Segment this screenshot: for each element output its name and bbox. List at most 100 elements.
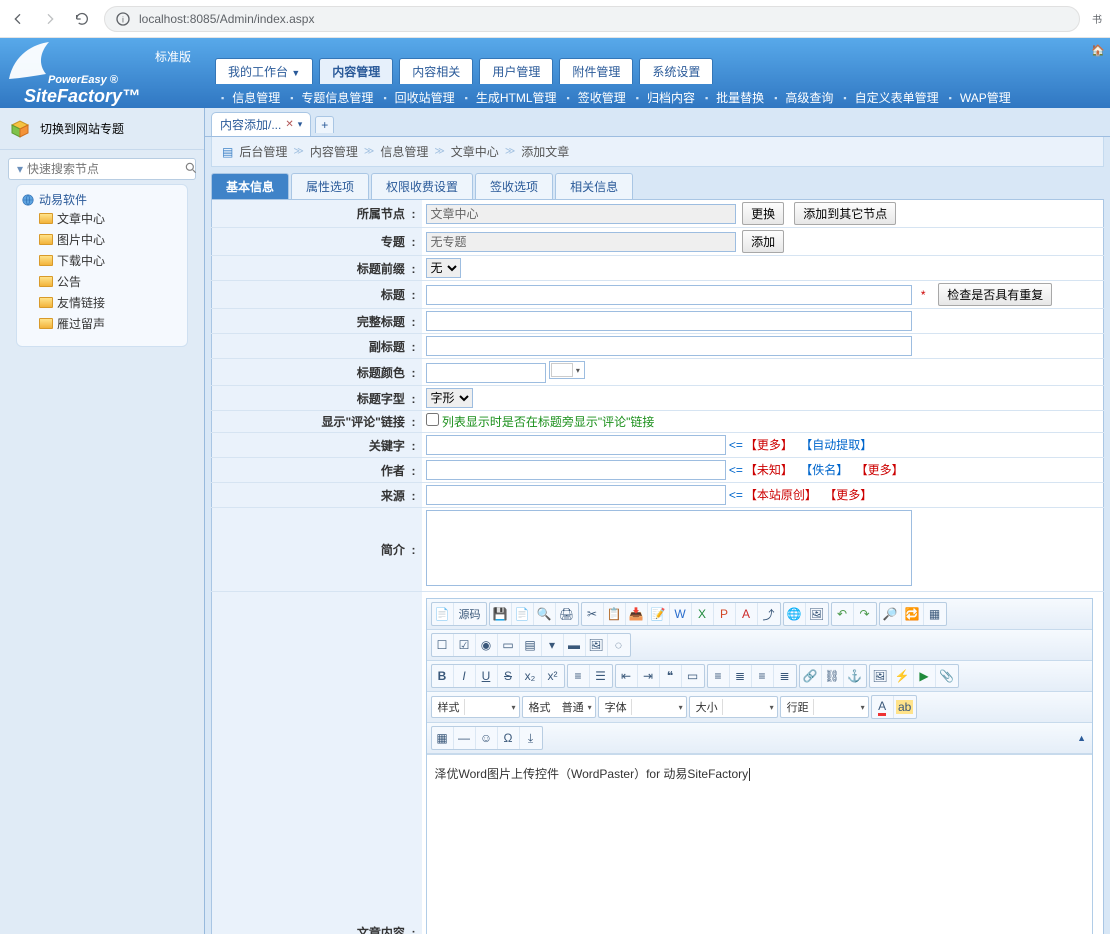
image-btn-icon[interactable]: 🖼 [870, 665, 892, 687]
textfield-icon[interactable]: ▭ [498, 634, 520, 656]
src-more-link[interactable]: 【更多】 [824, 488, 872, 502]
anchor-icon[interactable]: ⚓ [844, 665, 866, 687]
sidebar-switcher[interactable]: 切换到网站专题 [0, 108, 204, 150]
add-tab-button[interactable]: + [315, 116, 334, 133]
breadcrumb-home-icon[interactable]: ▤ [222, 145, 233, 159]
selectall-icon[interactable]: ▦ [924, 603, 946, 625]
numlist-icon[interactable]: ≡ [568, 665, 590, 687]
tab-attr[interactable]: 属性选项 [291, 173, 369, 199]
lineheight-select[interactable]: 行距▾ [780, 696, 869, 718]
bold-icon[interactable]: B [432, 665, 454, 687]
address-bar[interactable]: i localhost:8085/Admin/index.aspx [104, 6, 1080, 32]
kw-auto-link[interactable]: 【自动提取】 [800, 438, 872, 452]
nav-content-related[interactable]: 内容相关 [399, 58, 473, 84]
add-special-button[interactable]: 添加 [742, 230, 784, 253]
textcolor-icon[interactable]: A [872, 696, 894, 718]
table-icon[interactable]: ▦ [432, 727, 454, 749]
nav-user[interactable]: 用户管理 [479, 58, 553, 84]
subnav-recycle[interactable]: 回收站管理 [395, 89, 455, 106]
tab-perm[interactable]: 权限收费设置 [371, 173, 473, 199]
title-font-select[interactable]: 字形 [426, 388, 473, 408]
ppt-icon[interactable]: P [714, 603, 736, 625]
excel-icon[interactable]: X [692, 603, 714, 625]
title-input[interactable] [426, 285, 912, 305]
change-button[interactable]: 更换 [742, 202, 784, 225]
subnav-info[interactable]: 信息管理 [232, 89, 280, 106]
blockquote-icon[interactable]: ❝ [660, 665, 682, 687]
select-icon[interactable]: ▾ [542, 634, 564, 656]
breadcrumb-item[interactable]: 信息管理 [380, 143, 428, 160]
forward-button[interactable] [40, 9, 60, 29]
preview-icon[interactable]: 🔍 [534, 603, 556, 625]
div-icon[interactable]: ▭ [682, 665, 704, 687]
media-icon[interactable]: ▶ [914, 665, 936, 687]
reload-button[interactable] [72, 9, 92, 29]
find-icon[interactable]: 🔎 [880, 603, 902, 625]
breadcrumb-item[interactable]: 内容管理 [310, 143, 358, 160]
subnav-form[interactable]: 自定义表单管理 [855, 89, 939, 106]
smiley-icon[interactable]: ☺ [476, 727, 498, 749]
subscript-icon[interactable]: x₂ [520, 665, 542, 687]
redo-icon[interactable]: ↷ [854, 603, 876, 625]
format-select[interactable]: 格式 普通▾ [522, 696, 596, 718]
au-anon-link[interactable]: 【佚名】 [800, 463, 848, 477]
search-input[interactable] [27, 162, 182, 176]
tree-item[interactable]: 雁过留声 [39, 313, 183, 334]
pagebreak-icon[interactable]: ⤓ [520, 727, 542, 749]
au-more-link[interactable]: 【更多】 [856, 463, 904, 477]
subnav-archive[interactable]: 归档内容 [647, 89, 695, 106]
tab-sign[interactable]: 签收选项 [475, 173, 553, 199]
fulltitle-input[interactable] [426, 311, 912, 331]
tree-item[interactable]: 图片中心 [39, 229, 183, 250]
superscript-icon[interactable]: x² [542, 665, 564, 687]
replace-icon[interactable]: 🔁 [902, 603, 924, 625]
pdf-icon[interactable]: A [736, 603, 758, 625]
button-icon2[interactable]: ▬ [564, 634, 586, 656]
undo-icon[interactable]: ↶ [832, 603, 854, 625]
src-orig-link[interactable]: 【本站原创】 [745, 488, 817, 502]
subtitle-input[interactable] [426, 336, 912, 356]
title-prefix-select[interactable]: 无 [426, 258, 461, 278]
outdent-icon[interactable]: ⇤ [616, 665, 638, 687]
network-upload-icon[interactable]: 🌐 [784, 603, 806, 625]
close-icon[interactable]: ✕ [285, 119, 293, 130]
align-center-icon[interactable]: ≣ [730, 665, 752, 687]
tab-dropdown-icon[interactable]: ▾ [298, 119, 303, 130]
editor-body[interactable]: 泽优Word图片上传控件（WordPaster）for 动易SiteFactor… [427, 754, 1093, 934]
align-right-icon[interactable]: ≡ [752, 665, 774, 687]
specialchar-icon[interactable]: Ω [498, 727, 520, 749]
nav-workbench[interactable]: 我的工作台 ▼ [215, 58, 313, 84]
search-icon[interactable] [182, 161, 200, 178]
author-input[interactable] [426, 460, 726, 480]
subnav-replace[interactable]: 批量替换 [716, 89, 764, 106]
subnav-special[interactable]: 专题信息管理 [301, 89, 373, 106]
back-button[interactable] [8, 9, 28, 29]
form-icon[interactable]: ☐ [432, 634, 454, 656]
hr-icon[interactable]: ― [454, 727, 476, 749]
show-comment-checkbox[interactable] [426, 413, 439, 426]
tree-root[interactable]: 动易软件 [21, 191, 183, 208]
subnav-search[interactable]: 高级查询 [785, 89, 833, 106]
tree-item[interactable]: 文章中心 [39, 208, 183, 229]
textarea-icon[interactable]: ▤ [520, 634, 542, 656]
keywords-input[interactable] [426, 435, 726, 455]
source-input[interactable] [426, 485, 726, 505]
paste-word-icon[interactable]: W [670, 603, 692, 625]
tree-item[interactable]: 下载中心 [39, 250, 183, 271]
tab-basic[interactable]: 基本信息 [211, 173, 289, 199]
doc-tab[interactable]: 内容添加/... ✕ ▾ [211, 112, 311, 136]
subnav-html[interactable]: 生成HTML管理 [476, 89, 557, 106]
style-select[interactable]: 样式▾ [431, 696, 520, 718]
color-picker[interactable]: ▾ [549, 361, 585, 379]
upload-icon[interactable]: ⤴ [758, 603, 780, 625]
collapse-toolbar-icon[interactable]: ▲ [1075, 731, 1088, 745]
attachment-icon[interactable]: 📎 [936, 665, 958, 687]
nav-attachment[interactable]: 附件管理 [559, 58, 633, 84]
bookmark-outline-icon[interactable]: 书 [1092, 11, 1102, 26]
save-icon[interactable]: 💾 [490, 603, 512, 625]
source-button[interactable]: 📄 [432, 603, 454, 625]
italic-icon[interactable]: I [454, 665, 476, 687]
add-to-node-button[interactable]: 添加到其它节点 [794, 202, 896, 225]
align-left-icon[interactable]: ≡ [708, 665, 730, 687]
cut-icon[interactable]: ✂ [582, 603, 604, 625]
